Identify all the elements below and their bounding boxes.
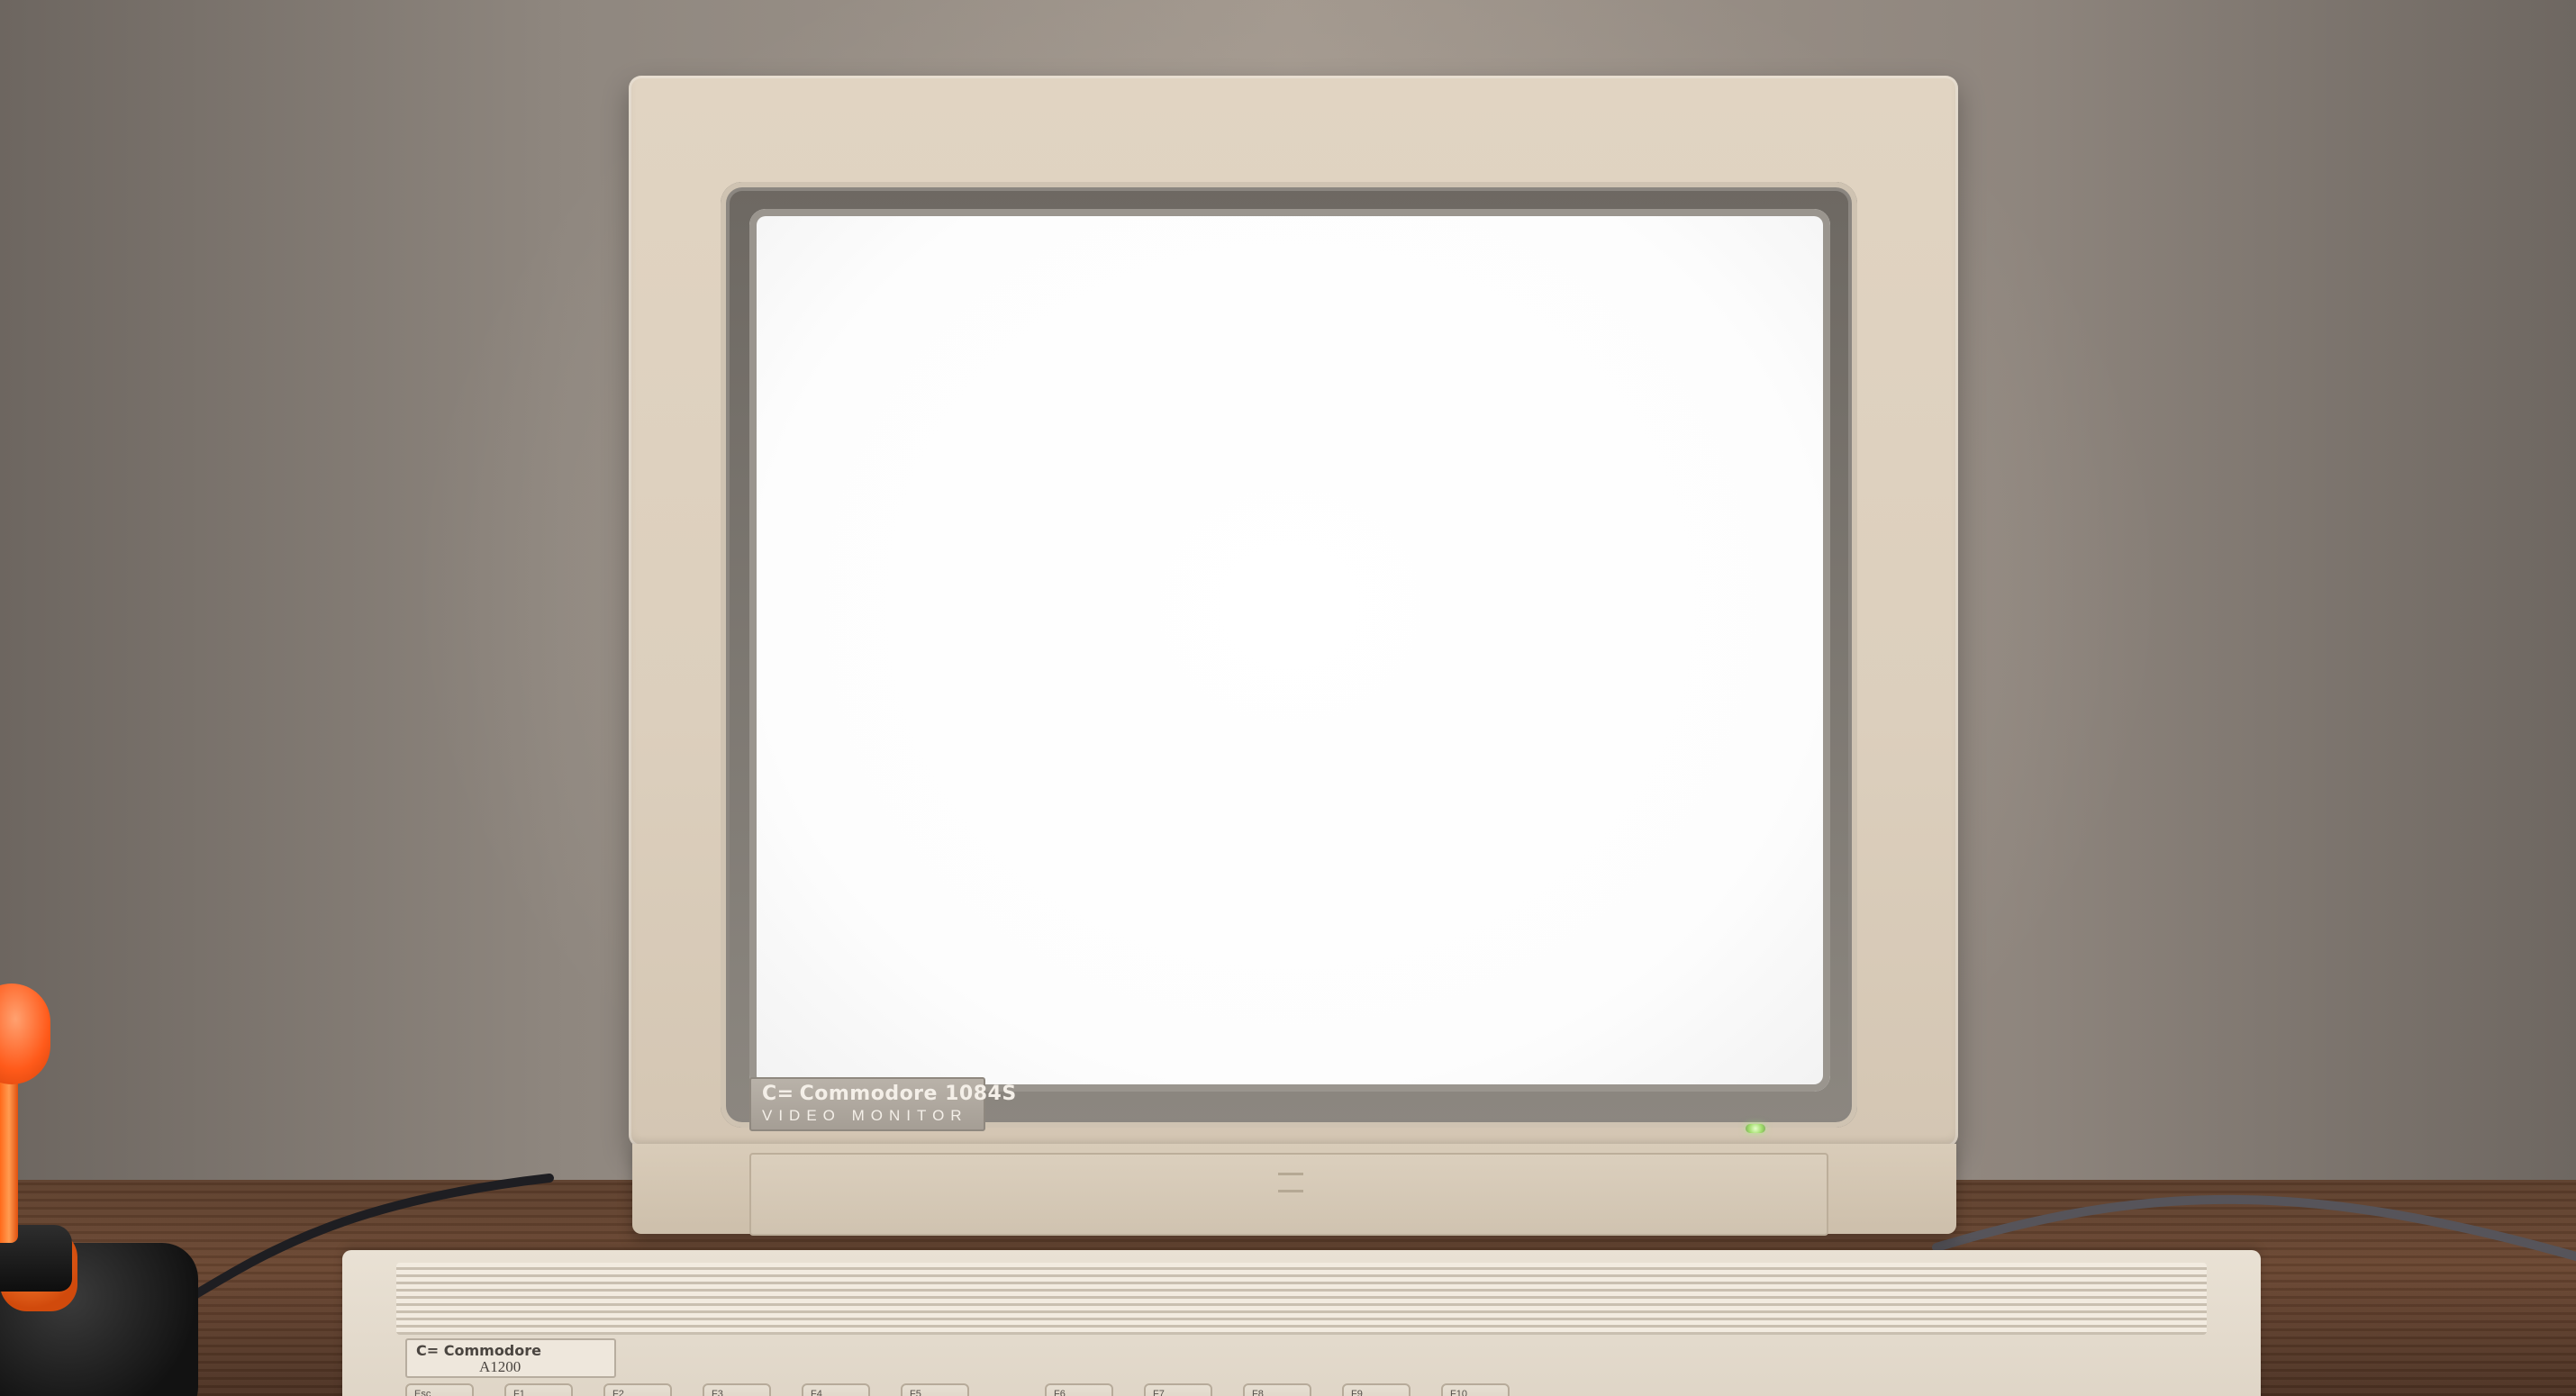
key-f9: F9 (1342, 1383, 1410, 1396)
amiga-keyboard: C= Commodore A1200 Esc F1 F2 F3 F4 F5 F6… (342, 1250, 2261, 1396)
key-f6: F6 (1045, 1383, 1113, 1396)
screen-bezel (721, 182, 1857, 1128)
keyboard-vents (396, 1263, 2207, 1335)
right-cable (1932, 1194, 2576, 1261)
keyboard-brand-name: Commodore (443, 1342, 541, 1359)
commodore-logo-icon: C= (762, 1083, 794, 1105)
keyboard-model: A1200 (479, 1358, 522, 1375)
key-f4: F4 (802, 1383, 870, 1396)
key-f8: F8 (1243, 1383, 1311, 1396)
monitor-brand-badge: C= Commodore 1084S VIDEO MONITOR (749, 1077, 1016, 1131)
monitor-brand-text: C= Commodore 1084S (762, 1083, 1017, 1105)
crt-monitor: C= Commodore 1084S VIDEO MONITOR (629, 76, 1958, 1147)
keyboard-brand-badge: C= Commodore A1200 (405, 1338, 616, 1378)
monitor-subtitle: VIDEO MONITOR (762, 1107, 968, 1124)
function-key-row: Esc F1 F2 F3 F4 F5 F6 F7 F8 F9 F10 (405, 1383, 1937, 1396)
stand-front-panel (749, 1153, 1828, 1236)
power-led-icon (1746, 1124, 1765, 1133)
monitor-model-name: Commodore 1084S (799, 1083, 1017, 1105)
key-f1: F1 (504, 1383, 573, 1396)
key-f7: F7 (1144, 1383, 1212, 1396)
key-f2: F2 (603, 1383, 672, 1396)
crt-screen (749, 209, 1830, 1092)
push-marker-icon (1278, 1173, 1303, 1192)
key-f5: F5 (901, 1383, 969, 1396)
keyboard-brand-text: C= Commodore (416, 1342, 541, 1359)
key-esc: Esc (405, 1383, 474, 1396)
key-f10: F10 (1441, 1383, 1510, 1396)
monitor-stand (632, 1144, 1956, 1236)
key-f3: F3 (703, 1383, 771, 1396)
retro-computer-scene: C= Commodore 1084S VIDEO MONITOR C= Commo… (0, 0, 2576, 1396)
keyboard-logo-icon: C= (416, 1342, 440, 1359)
